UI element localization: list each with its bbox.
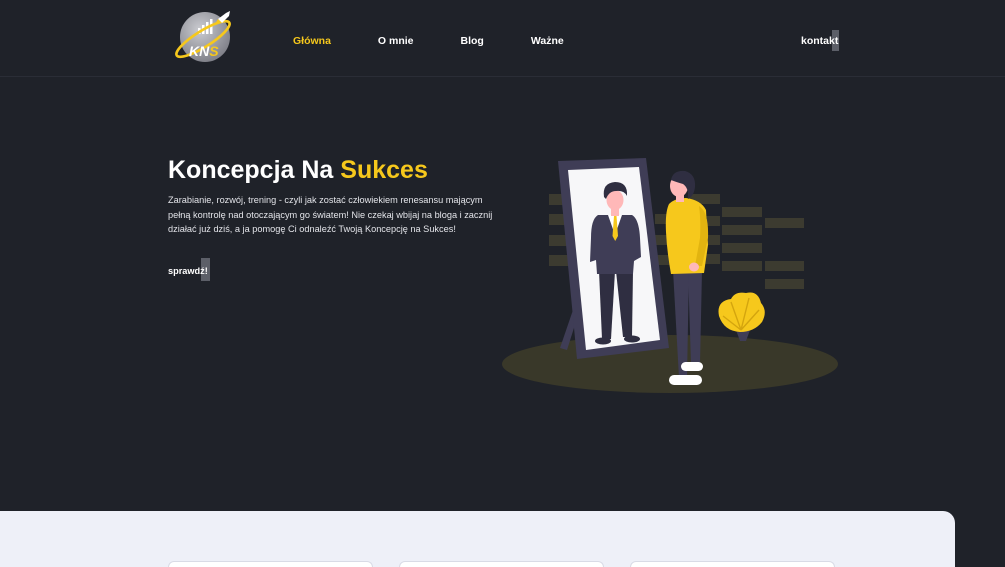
hero-description: Zarabianie, rozwój, trening - czyli jak … <box>168 195 493 234</box>
nav-item-wazne[interactable]: Ważne <box>531 34 564 48</box>
brick <box>722 225 762 235</box>
feature-card <box>630 561 835 567</box>
reflection-right-shoe <box>624 335 640 343</box>
cta-button[interactable]: sprawdź! <box>168 258 210 281</box>
person-hand <box>689 262 699 272</box>
person-back-shoe <box>669 375 702 385</box>
logo-link[interactable]: KNS <box>171 8 233 66</box>
brick <box>765 218 804 228</box>
brick <box>722 243 762 253</box>
site-header: KNS Główna O mnie Blog Ważne kontakt <box>0 0 1005 77</box>
hero-title: Koncepcja Na Sukces <box>168 154 428 186</box>
floor-shadow <box>502 335 838 393</box>
person-front-shoe <box>681 362 703 371</box>
mirror-illustration <box>502 158 838 393</box>
feature-card <box>168 561 373 567</box>
main-nav: Główna O mnie Blog Ważne <box>293 34 564 48</box>
brick <box>765 261 804 271</box>
hero-title-main: Koncepcja Na <box>168 156 334 184</box>
feature-card <box>399 561 604 567</box>
hero-title-highlight: Sukces <box>340 156 428 184</box>
contact-button[interactable]: kontakt <box>801 30 839 51</box>
logo-text: KNS <box>189 43 219 59</box>
yellow-plant <box>718 292 765 341</box>
features-section <box>0 511 955 567</box>
logo: KNS <box>175 11 231 62</box>
nav-item-blog[interactable]: Blog <box>461 34 484 48</box>
brick <box>765 279 804 289</box>
reflection-left-shoe <box>595 337 611 345</box>
contact-label: kontakt <box>801 35 839 47</box>
brick <box>722 261 762 271</box>
cta-label: sprawdź! <box>168 266 208 276</box>
brick <box>722 207 762 217</box>
nav-item-o-mnie[interactable]: O mnie <box>378 34 414 48</box>
nav-item-glowna[interactable]: Główna <box>293 34 331 48</box>
